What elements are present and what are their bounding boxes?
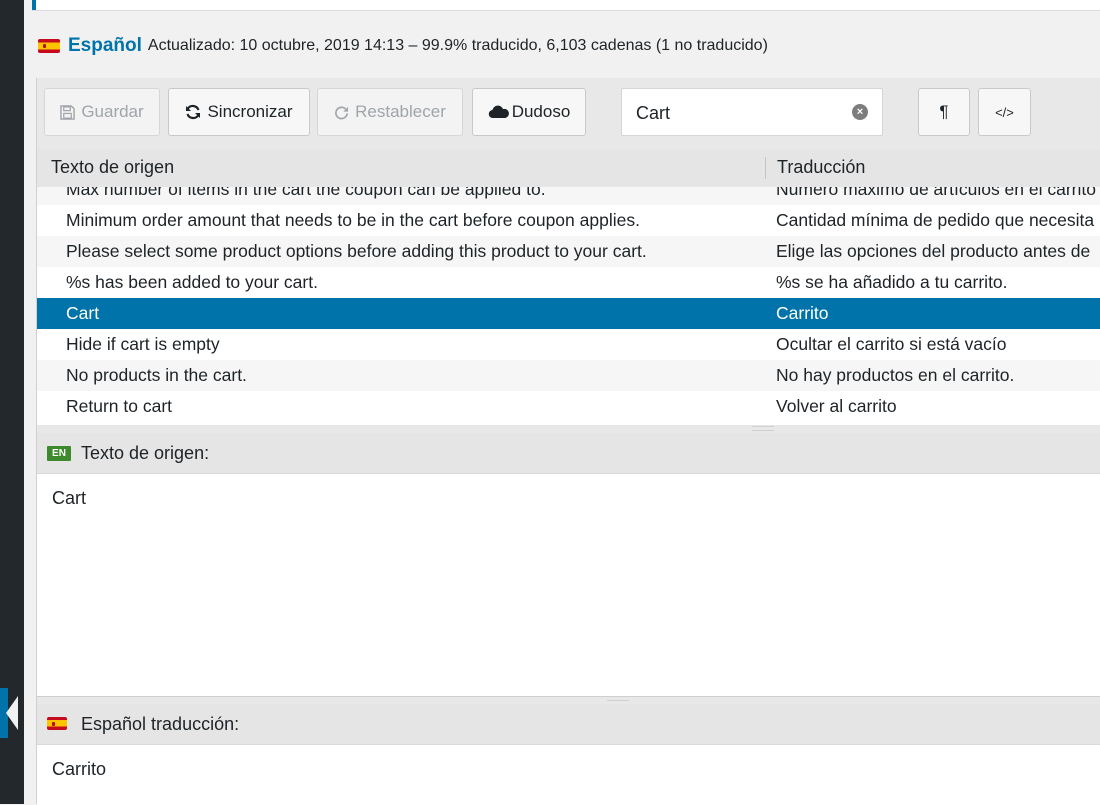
row-source: Return to cart	[66, 396, 173, 416]
admin-sidebar	[0, 0, 24, 804]
sync-button[interactable]: Sincronizar	[168, 88, 310, 136]
row-source: Max number of items in the cart the coup…	[66, 187, 546, 199]
save-label: Guardar	[81, 102, 144, 121]
row-translation: No hay productos en el carrito.	[776, 365, 1015, 385]
language-link[interactable]: Español	[68, 35, 142, 57]
search-field[interactable]: ×	[621, 88, 883, 137]
list-resize-handle[interactable]	[752, 426, 774, 431]
revert-button[interactable]: Restablecer	[317, 88, 463, 136]
table-row[interactable]: No products in the cart. No hay producto…	[37, 360, 1100, 391]
translation-section-label: Español traducción:	[81, 714, 240, 734]
active-menu-notch	[6, 696, 18, 730]
row-source: %s has been added to your cart.	[66, 272, 318, 292]
string-list[interactable]: Max number of items in the cart the coup…	[37, 187, 1100, 425]
cloud-icon	[488, 105, 510, 119]
source-resize-handle[interactable]	[607, 696, 629, 701]
refresh-icon	[185, 104, 201, 120]
table-row-selected[interactable]: Cart Carrito	[37, 298, 1100, 329]
file-header: Español Actualizado: 10 octubre, 2019 14…	[38, 33, 768, 59]
revert-label: Restablecer	[355, 102, 446, 121]
table-row[interactable]: Minimum order amount that needs to be in…	[37, 205, 1100, 236]
row-source: Cart	[66, 303, 100, 323]
fuzzy-button[interactable]: Dudoso	[472, 88, 586, 136]
code-icon: </>	[995, 104, 1014, 120]
row-source: Minimum order amount that needs to be in…	[66, 210, 640, 230]
source-text: Cart	[52, 488, 87, 508]
row-source: Please select some product options befor…	[66, 241, 647, 261]
translation-section-header: Español traducción:	[37, 704, 1100, 744]
toggle-code-view-button[interactable]: </>	[978, 88, 1031, 136]
column-divider[interactable]	[765, 157, 766, 179]
top-notice-card	[32, 0, 1100, 11]
fuzzy-label: Dudoso	[511, 102, 571, 121]
column-header-source[interactable]: Texto de origen	[51, 157, 174, 178]
row-translation: %s se ha añadido a tu carrito.	[776, 272, 1008, 292]
pilcrow-icon: ¶	[939, 102, 949, 121]
row-translation: Número máximo de artículos en el carrito	[776, 187, 1096, 199]
spain-flag-icon	[47, 717, 67, 730]
row-source: No products in the cart.	[66, 365, 247, 385]
row-translation: Volver al carrito	[776, 396, 897, 416]
row-translation: Carrito	[776, 303, 829, 323]
sync-label: Sincronizar	[207, 102, 293, 121]
translation-text[interactable]: Carrito	[52, 759, 106, 780]
row-source: Hide if cart is empty	[66, 334, 220, 354]
column-header-translation[interactable]: Traducción	[777, 157, 865, 178]
row-translation: Cantidad mínima de pedido que necesita	[776, 210, 1095, 230]
string-rows: Max number of items in the cart the coup…	[37, 187, 1100, 422]
table-row[interactable]: Hide if cart is empty Ocultar el carrito…	[37, 329, 1100, 360]
table-row[interactable]: Max number of items in the cart the coup…	[37, 187, 1100, 205]
source-section-header: EN Texto de origen:	[37, 433, 1100, 473]
save-button[interactable]: Guardar	[44, 88, 160, 136]
en-language-badge: EN	[47, 446, 71, 461]
undo-icon	[334, 105, 349, 120]
clear-search-icon[interactable]: ×	[852, 104, 868, 120]
source-section-label: Texto de origen:	[81, 443, 210, 463]
table-row[interactable]: Please select some product options befor…	[37, 236, 1100, 267]
table-row[interactable]: %s has been added to your cart. %s se ha…	[37, 267, 1100, 298]
row-translation: Ocultar el carrito si está vacío	[776, 334, 1007, 354]
spain-flag-icon	[38, 39, 60, 53]
table-row[interactable]: Return to cart Volver al carrito	[37, 391, 1100, 422]
editor-toolbar: Guardar Sincronizar Restablecer Dudoso ×…	[36, 82, 1100, 144]
floppy-disk-icon	[60, 104, 76, 120]
row-translation: Elige las opciones del producto antes de	[776, 241, 1091, 261]
translation-editor[interactable]: Carrito	[37, 744, 1100, 805]
translation-status: Actualizado: 10 octubre, 2019 14:13 – 99…	[147, 37, 768, 54]
source-text-box: Cart	[37, 473, 1100, 697]
string-list-header: Texto de origen Traducción	[37, 149, 1100, 188]
toggle-invisibles-button[interactable]: ¶	[918, 88, 970, 136]
search-input[interactable]	[634, 89, 848, 137]
top-notice-accent	[32, 0, 36, 10]
